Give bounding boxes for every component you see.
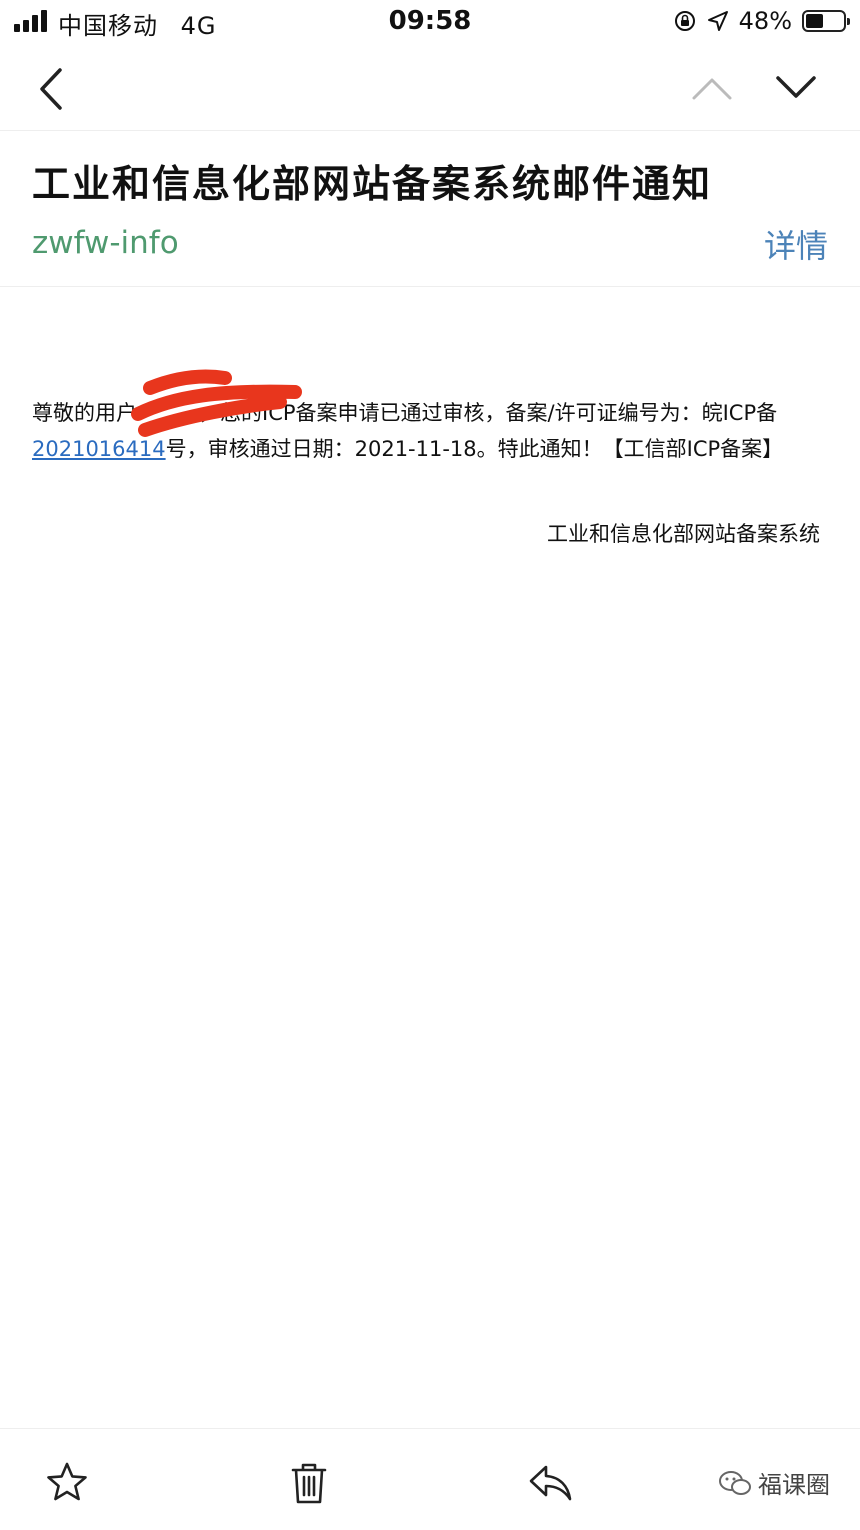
- email-signature: 工业和信息化部网站备案系统: [547, 522, 820, 546]
- trash-icon[interactable]: [285, 1459, 333, 1507]
- body-greeting: 尊敬的用户: [32, 401, 137, 425]
- body-text-end: 号，审核通过日期：2021-11-18。特此通知！【工信部ICP备案】: [165, 437, 784, 461]
- location-arrow-icon: [707, 11, 728, 31]
- details-link[interactable]: 详情: [764, 221, 828, 267]
- star-icon[interactable]: [43, 1459, 91, 1507]
- email-subject: 工业和信息化部网站备案系统邮件通知: [32, 162, 713, 206]
- chevron-up-icon[interactable]: [688, 68, 736, 108]
- email-header: 工业和信息化部网站备案系统邮件通知 zwfw-info 详情: [0, 131, 860, 287]
- email-sender[interactable]: zwfw-info: [32, 225, 179, 261]
- license-number-link[interactable]: 2021016414: [32, 437, 166, 461]
- battery-fill: [806, 14, 823, 28]
- redaction-scribble: [131, 369, 302, 437]
- orientation-lock-icon: [674, 11, 695, 31]
- reply-icon[interactable]: [526, 1459, 574, 1507]
- watermark: 福课圈: [718, 1465, 830, 1500]
- status-right: 48%: [673, 6, 850, 36]
- chevron-down-icon[interactable]: [772, 68, 820, 108]
- status-bar: 中国移动 4G 09:58 48%: [0, 0, 860, 44]
- chevron-left-icon[interactable]: [30, 64, 74, 114]
- bottom-toolbar: 福课圈: [0, 1428, 860, 1530]
- battery-icon: [802, 10, 850, 32]
- battery-percent: 48%: [738, 7, 792, 35]
- nav-bar: [0, 50, 860, 131]
- watermark-text: 福课圈: [758, 1471, 830, 1499]
- wechat-icon: [719, 1470, 751, 1495]
